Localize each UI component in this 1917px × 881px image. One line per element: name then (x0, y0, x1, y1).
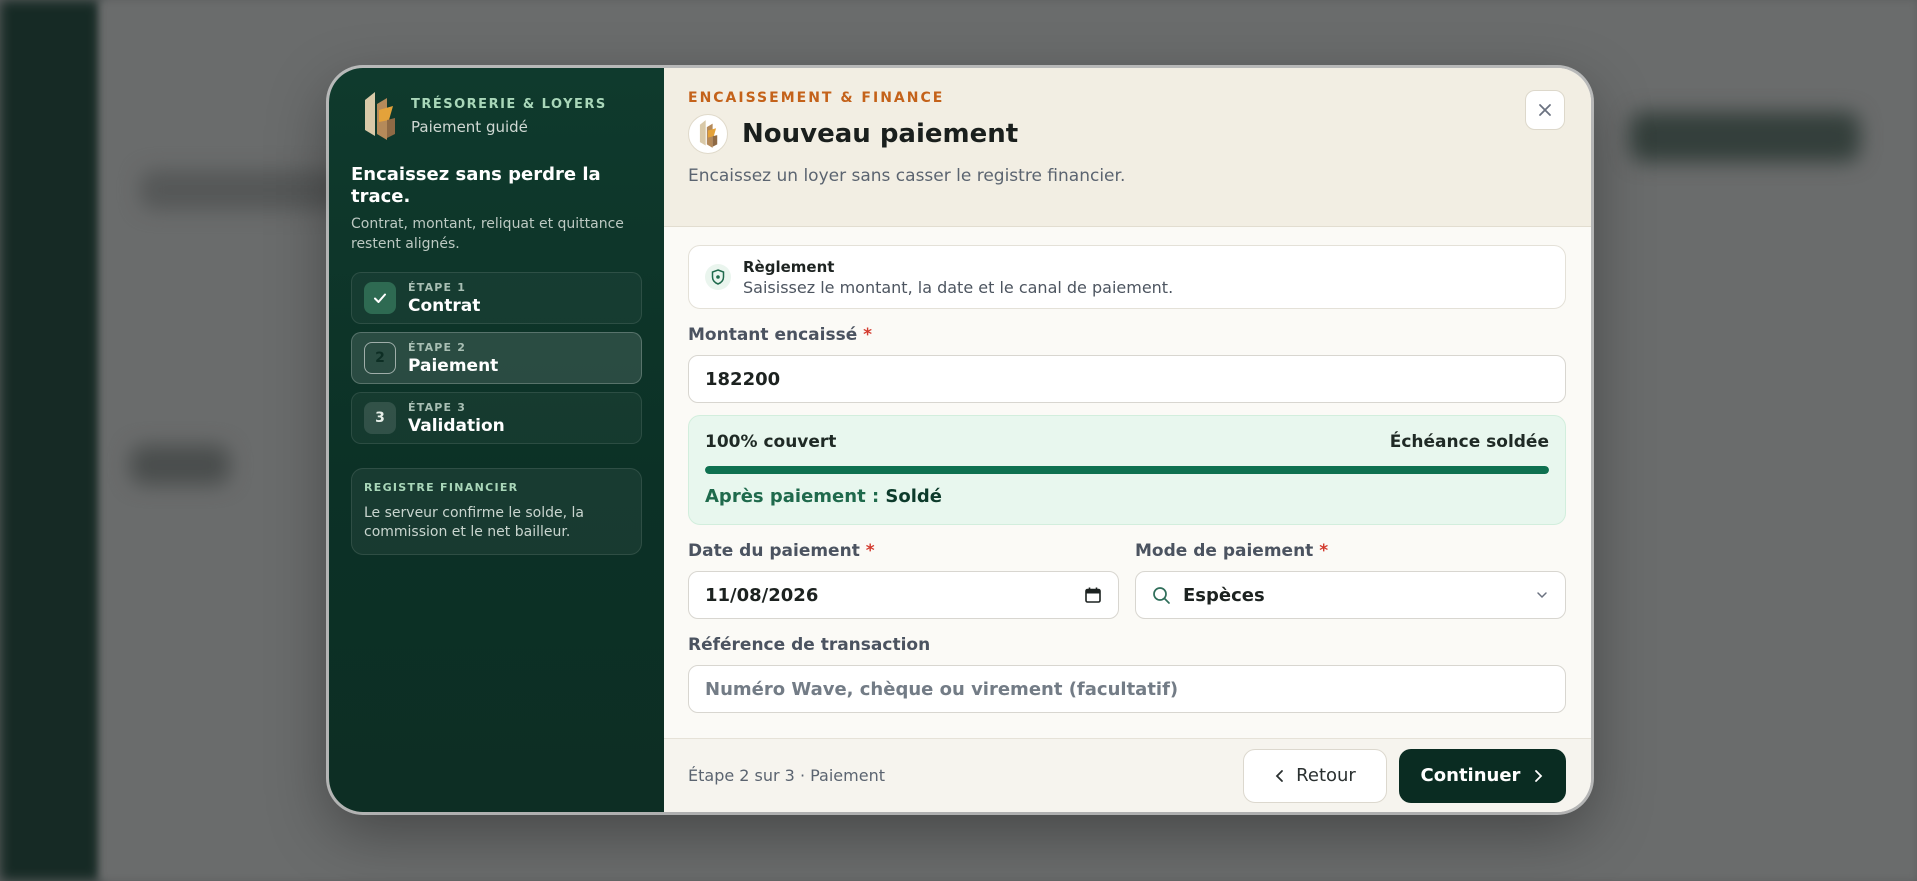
step-kicker: ÉTAPE 3 (408, 400, 467, 414)
step-indicator: Étape 2 sur 3 · Paiement (688, 766, 885, 785)
date-label: Date du paiement * (688, 541, 875, 561)
info-title: Règlement (743, 257, 835, 276)
required-mark: * (865, 541, 875, 561)
step-title: Validation (408, 415, 505, 436)
required-mark: * (1319, 541, 1329, 561)
search-icon (1152, 586, 1171, 605)
calendar-icon[interactable] (1084, 586, 1102, 604)
step-title: Paiement (408, 355, 499, 376)
ledger-kicker: REGISTRE FINANCIER (364, 481, 519, 494)
reference-input[interactable]: Numéro Wave, chèque ou virement (faculta… (688, 665, 1566, 713)
sidebar-lead: Encaissez sans perdre la trace. (351, 164, 601, 207)
step-number-badge: 3 (364, 402, 396, 434)
back-button[interactable]: Retour (1243, 748, 1387, 803)
brand-subtitle: Paiement guidé (411, 117, 528, 136)
ledger-text: Le serveur confirme le solde, la commiss… (364, 505, 584, 540)
stepper: ÉTAPE 1 Contrat 2 ÉTAPE 2 Paiement 3 ÉTA… (351, 272, 642, 444)
date-value: 11/08/2026 (705, 584, 819, 606)
required-mark: * (863, 325, 873, 345)
shield-icon (705, 264, 731, 290)
date-input[interactable]: 11/08/2026 (688, 571, 1119, 619)
mode-value: Espèces (1183, 584, 1265, 606)
amount-label: Montant encaissé * (688, 325, 873, 345)
step-contrat[interactable]: ÉTAPE 1 Contrat (351, 272, 642, 324)
coverage-progress-bar (705, 466, 1549, 474)
amount-input[interactable]: 182200 (688, 355, 1566, 403)
coverage-status: Échéance soldée (1389, 432, 1549, 452)
wizard-sidebar: TRÉSORERIE & LOYERS Paiement guidé Encai… (329, 68, 664, 812)
after-value: Soldé (885, 486, 943, 507)
coverage-card: 100% couvert Échéance soldée Après paiem… (688, 415, 1566, 525)
coverage-percent: 100% couvert (705, 432, 837, 452)
check-icon (364, 282, 396, 314)
header-kicker: ENCAISSEMENT & FINANCE (688, 90, 945, 106)
step-kicker: ÉTAPE 2 (408, 340, 467, 354)
modal-body: Règlement Saisissez le montant, la date … (664, 227, 1591, 738)
coverage-after: Après paiement : Soldé (705, 486, 1549, 507)
coverage-progress-fill (705, 466, 1549, 474)
continue-label: Continuer (1420, 765, 1521, 786)
mode-label: Mode de paiement * (1135, 541, 1329, 561)
payment-modal: TRÉSORERIE & LOYERS Paiement guidé Encai… (329, 68, 1591, 812)
after-label: Après paiement : (705, 486, 880, 507)
brand-kicker: TRÉSORERIE & LOYERS (411, 96, 607, 112)
brand-logo-icon (365, 92, 395, 140)
step-validation[interactable]: 3 ÉTAPE 3 Validation (351, 392, 642, 444)
step-number-badge: 2 (364, 342, 396, 374)
info-callout: Règlement Saisissez le montant, la date … (688, 245, 1566, 309)
reference-label: Référence de transaction (688, 635, 931, 655)
sidebar-lead-sub: Contrat, montant, reliquat et quittance … (351, 216, 624, 252)
amount-value: 182200 (705, 368, 781, 390)
reference-placeholder: Numéro Wave, chèque ou virement (faculta… (705, 678, 1179, 700)
modal-subtitle: Encaissez un loyer sans casser le regist… (688, 166, 1126, 186)
modal-title: Nouveau paiement (742, 119, 1019, 149)
chevron-left-icon (1275, 769, 1284, 782)
continue-button[interactable]: Continuer (1399, 748, 1566, 803)
back-label: Retour (1296, 765, 1356, 786)
close-icon (1539, 104, 1551, 116)
chevron-down-icon (1535, 588, 1549, 602)
step-title: Contrat (408, 295, 481, 316)
modal-header: ENCAISSEMENT & FINANCE Nouveau paiement … (664, 68, 1591, 227)
step-kicker: ÉTAPE 1 (408, 280, 467, 294)
ledger-card: REGISTRE FINANCIER Le serveur confirme l… (351, 468, 642, 555)
step-paiement[interactable]: 2 ÉTAPE 2 Paiement (351, 332, 642, 384)
close-button[interactable] (1525, 90, 1565, 130)
info-text: Saisissez le montant, la date et le cana… (743, 277, 1174, 297)
brand-badge-icon (688, 114, 728, 154)
modal-footer: Étape 2 sur 3 · Paiement Retour Continue… (664, 738, 1591, 812)
wizard-content: ENCAISSEMENT & FINANCE Nouveau paiement … (664, 68, 1591, 812)
brand: TRÉSORERIE & LOYERS Paiement guidé (361, 90, 642, 142)
payment-mode-select[interactable]: Espèces (1135, 571, 1566, 619)
chevron-right-icon (1535, 769, 1543, 782)
